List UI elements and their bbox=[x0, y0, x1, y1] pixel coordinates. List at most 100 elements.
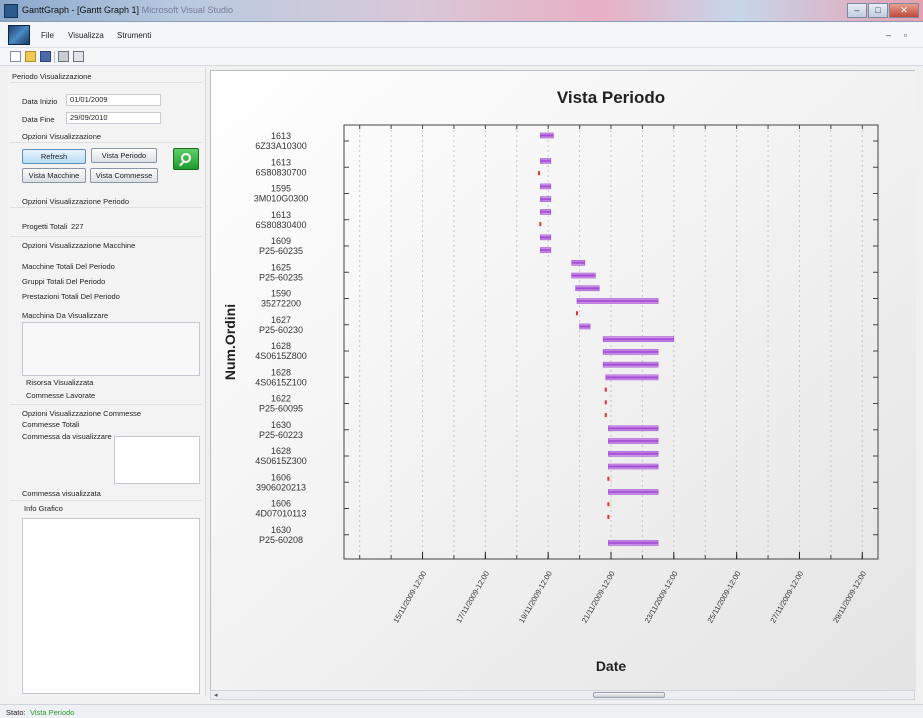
vista-periodo-button[interactable]: Vista Periodo bbox=[91, 148, 157, 163]
chart-background bbox=[211, 71, 916, 691]
y-tick-label-order: 1628 bbox=[271, 367, 291, 377]
separator bbox=[10, 500, 202, 501]
info-grafico-box[interactable] bbox=[22, 518, 200, 694]
opzioni-macchine-header: Opzioni Visualizzazione Macchine bbox=[22, 241, 136, 250]
mdi-controls[interactable]: – ▫ bbox=[886, 30, 913, 40]
app-icon bbox=[4, 4, 18, 18]
progetti-totali-value: 227 bbox=[71, 222, 84, 231]
task-point bbox=[604, 400, 607, 405]
status-bar: Stato: Vista Periodo bbox=[0, 704, 923, 718]
opzioni-periodo-header: Opzioni Visualizzazione Periodo bbox=[22, 197, 130, 206]
y-tick-label-code: 4S0615Z800 bbox=[255, 351, 307, 361]
chart-title: Vista Periodo bbox=[557, 88, 665, 107]
separator bbox=[10, 404, 202, 405]
task-bar bbox=[571, 260, 586, 266]
menu-file[interactable]: File bbox=[41, 31, 54, 40]
task-bar bbox=[576, 298, 659, 304]
toolbar bbox=[0, 48, 923, 66]
info-grafico-label: Info Grafico bbox=[24, 504, 63, 513]
y-tick-label-order: 1630 bbox=[271, 420, 291, 430]
menu-strumenti[interactable]: Strumenti bbox=[117, 31, 151, 40]
window-title-suffix: Microsoft Visual Studio bbox=[141, 5, 233, 15]
left-panel: Periodo Visualizzazione Data Inizio 01/0… bbox=[8, 68, 206, 696]
task-bar bbox=[540, 158, 552, 164]
y-tick-label-order: 1622 bbox=[271, 394, 291, 404]
gantt-chart: Vista PeriodoNum.OrdiniDate15/11/2009-12… bbox=[211, 71, 916, 691]
y-tick-label-code: 4S0615Z300 bbox=[255, 456, 307, 466]
new-icon[interactable] bbox=[10, 51, 21, 62]
commessa-listbox[interactable] bbox=[114, 436, 200, 484]
y-tick-label-code: 3M010G0300 bbox=[254, 194, 309, 204]
y-tick-label-order: 1613 bbox=[271, 210, 291, 220]
y-tick-label-order: 1628 bbox=[271, 446, 291, 456]
close-button[interactable]: ✕ bbox=[889, 3, 919, 18]
task-point bbox=[604, 387, 607, 392]
task-point bbox=[539, 222, 542, 227]
y-tick-label-code: 6S80830700 bbox=[255, 167, 306, 177]
progetti-totali-label: Progetti Totali bbox=[22, 222, 68, 231]
y-tick-label-code: 3906020213 bbox=[256, 482, 306, 492]
data-inizio-input[interactable]: 01/01/2009 bbox=[66, 94, 161, 106]
y-tick-label-order: 1590 bbox=[271, 289, 291, 299]
y-axis-label: Num.Ordini bbox=[222, 304, 238, 380]
separator bbox=[10, 82, 202, 83]
y-tick-label-code: 4D07010113 bbox=[256, 509, 307, 519]
macchina-listbox[interactable] bbox=[22, 322, 200, 376]
y-tick-label-order: 1628 bbox=[271, 341, 291, 351]
y-tick-label-code: P25-60208 bbox=[259, 535, 303, 545]
y-tick-label-code: 6Z33A10300 bbox=[255, 141, 307, 151]
title-bar: GanttGraph - [Gantt Graph 1] Microsoft V… bbox=[0, 0, 923, 22]
task-bar bbox=[575, 285, 600, 292]
status-label: Stato: bbox=[6, 708, 26, 717]
horizontal-scrollbar[interactable]: ◂ bbox=[210, 690, 915, 700]
window-title: GanttGraph - [Gantt Graph 1] Microsoft V… bbox=[22, 5, 233, 15]
window-title-text: GanttGraph - [Gantt Graph 1] bbox=[22, 5, 140, 15]
menu-bar: File Visualizza Strumenti – ▫ bbox=[0, 22, 923, 48]
y-tick-label-code: 6S80830400 bbox=[255, 220, 306, 230]
y-tick-label-order: 1606 bbox=[271, 499, 291, 509]
minimize-button[interactable]: – bbox=[847, 3, 867, 18]
refresh-button[interactable]: Refresh bbox=[22, 149, 86, 164]
commesse-totali-label: Commesse Totali bbox=[22, 420, 80, 429]
task-bar bbox=[540, 132, 554, 139]
toolbar-separator bbox=[54, 51, 55, 63]
vista-commesse-button[interactable]: Vista Commesse bbox=[90, 168, 158, 183]
scroll-left-icon[interactable]: ◂ bbox=[214, 691, 218, 699]
task-bar bbox=[605, 374, 659, 381]
commessa-visualizzata-label: Commessa visualizzata bbox=[22, 489, 101, 498]
task-bar bbox=[602, 336, 675, 343]
y-tick-label-code: P25-60223 bbox=[259, 430, 303, 440]
open-icon[interactable] bbox=[25, 51, 36, 62]
y-tick-label-order: 1630 bbox=[271, 525, 291, 535]
task-bar bbox=[602, 361, 659, 368]
window-controls: – □ ✕ bbox=[847, 3, 919, 18]
scroll-thumb[interactable] bbox=[593, 692, 665, 698]
y-tick-label-code: P25-60235 bbox=[259, 272, 303, 282]
task-bar bbox=[540, 247, 552, 253]
opzioni-commesse-header: Opzioni Visualizzazione Commesse bbox=[22, 409, 142, 418]
task-point bbox=[604, 413, 607, 418]
task-point bbox=[575, 311, 578, 316]
separator bbox=[10, 207, 202, 208]
data-fine-input[interactable]: 29/09/2010 bbox=[66, 112, 161, 124]
opzioni-header: Opzioni Visualizzazione bbox=[22, 132, 102, 141]
preview-icon[interactable] bbox=[73, 51, 84, 62]
y-tick-label-order: 1595 bbox=[271, 184, 291, 194]
separator bbox=[10, 142, 202, 143]
task-bar bbox=[602, 349, 659, 355]
save-icon[interactable] bbox=[40, 51, 51, 62]
vista-macchine-button[interactable]: Vista Macchine bbox=[22, 168, 86, 183]
task-bar bbox=[540, 209, 552, 215]
y-tick-label-order: 1609 bbox=[271, 236, 291, 246]
task-point bbox=[607, 502, 610, 507]
menu-visualizza[interactable]: Visualizza bbox=[68, 31, 104, 40]
print-icon[interactable] bbox=[58, 51, 69, 62]
maximize-button[interactable]: □ bbox=[868, 3, 888, 18]
prestazioni-totali-label: Prestazioni Totali Del Periodo bbox=[22, 292, 120, 301]
search-icon[interactable] bbox=[173, 148, 199, 170]
y-tick-label-order: 1625 bbox=[271, 262, 291, 272]
data-inizio-label: Data Inizio bbox=[22, 97, 58, 106]
gruppi-totali-label: Gruppi Totali Del Periodo bbox=[22, 277, 106, 286]
y-tick-label-code: 35272200 bbox=[261, 299, 301, 309]
task-point bbox=[607, 476, 610, 481]
